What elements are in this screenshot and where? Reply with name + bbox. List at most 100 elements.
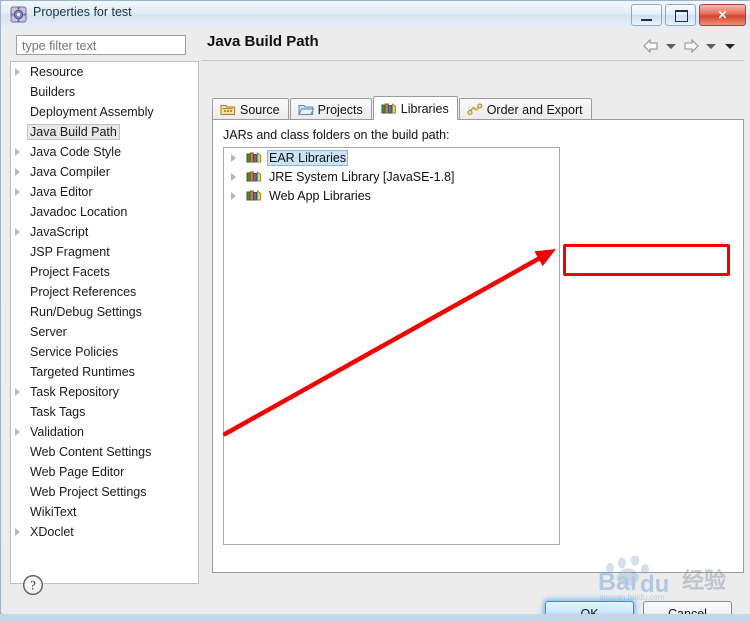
tab-label: Order and Export: [486, 102, 583, 117]
forward-dropdown-icon[interactable]: [706, 43, 716, 49]
tab-projects[interactable]: Projects: [289, 98, 372, 120]
source-folder-icon: [220, 102, 236, 117]
tab-label: Projects: [317, 102, 363, 117]
build-path-tabs: Source Projects Libraries Order and Export: [212, 96, 593, 120]
libraries-tab-panel: JARs and class folders on the build path…: [212, 119, 744, 573]
sidebar-item-label: Project References: [30, 285, 137, 299]
expand-arrow-icon[interactable]: [231, 154, 236, 162]
library-list-item[interactable]: JRE System Library [JavaSE-1.8]: [224, 167, 559, 186]
settings-tree-scroll-gutter[interactable]: [191, 61, 199, 584]
sidebar-item-label: Java Build Path: [27, 124, 120, 140]
view-menu-icon[interactable]: [725, 43, 735, 49]
sidebar-item-resource[interactable]: Resource: [11, 62, 191, 82]
tab-order-and-export[interactable]: Order and Export: [458, 98, 592, 120]
library-books-icon: [246, 188, 263, 203]
sidebar-item-run-debug-settings[interactable]: Run/Debug Settings: [11, 302, 191, 322]
sidebar-item-task-repository[interactable]: Task Repository: [11, 382, 191, 402]
sidebar-item-deployment-assembly[interactable]: Deployment Assembly: [11, 102, 191, 122]
sidebar-item-label: Project Facets: [30, 265, 110, 279]
tab-libraries[interactable]: Libraries: [372, 96, 458, 120]
sidebar-item-task-tags[interactable]: Task Tags: [11, 402, 191, 422]
sidebar-item-xdoclet[interactable]: XDoclet: [11, 522, 191, 542]
sidebar-item-web-content-settings[interactable]: Web Content Settings: [11, 442, 191, 462]
sidebar-item-server[interactable]: Server: [11, 322, 191, 342]
expand-arrow-icon[interactable]: [15, 148, 20, 156]
sidebar-item-java-compiler[interactable]: Java Compiler: [11, 162, 191, 182]
expand-arrow-icon[interactable]: [15, 388, 20, 396]
page-nav-controls: [642, 38, 738, 54]
libraries-books-icon: [381, 101, 397, 116]
sidebar-item-label: Web Page Editor: [30, 465, 125, 479]
tab-source[interactable]: Source: [212, 98, 289, 120]
sidebar-item-service-policies[interactable]: Service Policies: [11, 342, 191, 362]
sidebar-item-java-code-style[interactable]: Java Code Style: [11, 142, 191, 162]
close-button[interactable]: ✕: [699, 4, 746, 26]
minimize-icon: [641, 19, 652, 21]
expand-arrow-icon[interactable]: [15, 188, 20, 196]
expand-arrow-icon[interactable]: [15, 428, 20, 436]
expand-arrow-icon[interactable]: [15, 228, 20, 236]
sidebar-item-javadoc-location[interactable]: Javadoc Location: [11, 202, 191, 222]
expand-arrow-icon[interactable]: [231, 173, 236, 181]
sidebar-item-validation[interactable]: Validation: [11, 422, 191, 442]
dialog-title: Properties for test: [33, 5, 132, 19]
library-books-icon: [246, 150, 263, 165]
sidebar-item-targeted-runtimes[interactable]: Targeted Runtimes: [11, 362, 191, 382]
library-list-item[interactable]: Web App Libraries: [224, 186, 559, 205]
properties-icon: [10, 6, 27, 23]
minimize-button[interactable]: [631, 4, 662, 26]
filter-input[interactable]: [16, 35, 186, 55]
properties-dialog: Properties for test ✕ Resource Builders De…: [0, 0, 750, 622]
sidebar-item-label: Deployment Assembly: [30, 105, 154, 119]
expand-arrow-icon[interactable]: [15, 168, 20, 176]
sidebar-item-label: Server: [30, 325, 67, 339]
window-controls: ✕: [631, 4, 746, 26]
desktop-background-strip: [0, 614, 750, 622]
svg-text:?: ?: [30, 579, 36, 593]
maximize-icon: [675, 10, 688, 22]
sidebar-item-web-page-editor[interactable]: Web Page Editor: [11, 462, 191, 482]
close-icon: ✕: [717, 8, 728, 22]
sidebar-item-label: Resource: [30, 65, 84, 79]
dialog-body: Resource Builders Deployment Assembly Java …: [2, 28, 750, 622]
sidebar-item-builders[interactable]: Builders: [11, 82, 191, 102]
library-item-label: JRE System Library [JavaSE-1.8]: [269, 169, 455, 184]
tab-label: Source: [240, 102, 280, 117]
sidebar-item-label: WikiText: [30, 505, 77, 519]
library-item-label: EAR Libraries: [267, 149, 349, 166]
settings-tree[interactable]: Resource Builders Deployment Assembly Java …: [10, 61, 191, 584]
sidebar-item-project-references[interactable]: Project References: [11, 282, 191, 302]
sidebar-item-label: JSP Fragment: [30, 245, 110, 259]
sidebar-item-label: Web Content Settings: [30, 445, 152, 459]
sidebar-item-project-facets[interactable]: Project Facets: [11, 262, 191, 282]
expand-arrow-icon[interactable]: [15, 528, 20, 536]
sidebar-item-label: Java Code Style: [30, 145, 122, 159]
library-books-icon: [246, 169, 263, 184]
sidebar-item-jsp-fragment[interactable]: JSP Fragment: [11, 242, 191, 262]
libraries-panel-label: JARs and class folders on the build path…: [223, 128, 450, 142]
sidebar-item-wikitext[interactable]: WikiText: [11, 502, 191, 522]
back-arrow-icon[interactable]: [642, 38, 660, 54]
libraries-list[interactable]: EAR Libraries JRE System Library [JavaSE-…: [223, 147, 560, 545]
sidebar-item-label: Run/Debug Settings: [30, 305, 142, 319]
projects-folder-icon: [297, 102, 314, 117]
sidebar-item-label: JavaScript: [30, 225, 89, 239]
sidebar-item-label: Task Repository: [30, 385, 119, 399]
sidebar-item-label: Service Policies: [30, 345, 119, 359]
sidebar-item-java-editor[interactable]: Java Editor: [11, 182, 191, 202]
sidebar-item-java-build-path[interactable]: Java Build Path: [11, 122, 191, 142]
library-list-item[interactable]: EAR Libraries: [224, 148, 559, 167]
maximize-button[interactable]: [665, 4, 696, 26]
sidebar-item-label: Validation: [30, 425, 84, 439]
help-icon[interactable]: ?: [22, 574, 44, 596]
forward-arrow-icon[interactable]: [682, 38, 700, 54]
sidebar-item-javascript[interactable]: JavaScript: [11, 222, 191, 242]
sidebar-item-label: Builders: [30, 85, 76, 99]
back-dropdown-icon[interactable]: [666, 43, 676, 49]
page-title: Java Build Path: [207, 33, 319, 50]
dialog-titlebar: Properties for test ✕: [1, 1, 750, 28]
expand-arrow-icon[interactable]: [231, 192, 236, 200]
expand-arrow-icon[interactable]: [15, 68, 20, 76]
sidebar-item-web-project-settings[interactable]: Web Project Settings: [11, 482, 191, 502]
header-divider: [202, 60, 744, 61]
